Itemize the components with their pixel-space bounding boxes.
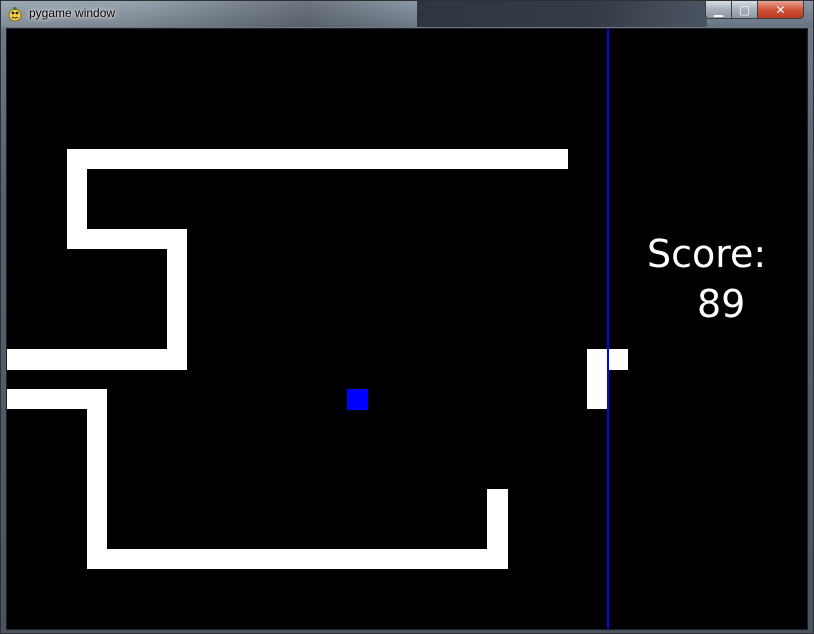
close-icon: ✕ [775, 2, 786, 17]
playfield-divider [607, 29, 609, 629]
food-pellet [347, 389, 368, 410]
maximize-icon: ▢ [738, 2, 751, 17]
score-label: Score: [647, 232, 767, 276]
title-bar[interactable]: pygame window ▁ ▢ ✕ [1, 1, 813, 27]
pygame-window: pygame window ▁ ▢ ✕ Score: 89 [0, 0, 814, 634]
titlebar-background-dark [417, 1, 707, 27]
minimize-button[interactable]: ▁ [705, 1, 732, 19]
game-canvas[interactable]: Score: 89 [7, 29, 807, 629]
pygame-snake-icon [8, 7, 22, 22]
snake-segment [87, 389, 107, 569]
snake-segment [67, 149, 568, 169]
score-value: 89 [697, 282, 746, 326]
snake-segment [87, 549, 508, 569]
minimize-icon: ▁ [713, 2, 724, 17]
titlebar-background-blur [131, 1, 421, 27]
window-title: pygame window [29, 6, 116, 20]
snake-segment [7, 349, 187, 370]
snake-segment [487, 489, 508, 569]
close-button[interactable]: ✕ [758, 1, 804, 19]
window-controls: ▁ ▢ ✕ [705, 1, 804, 20]
maximize-button[interactable]: ▢ [732, 1, 758, 19]
